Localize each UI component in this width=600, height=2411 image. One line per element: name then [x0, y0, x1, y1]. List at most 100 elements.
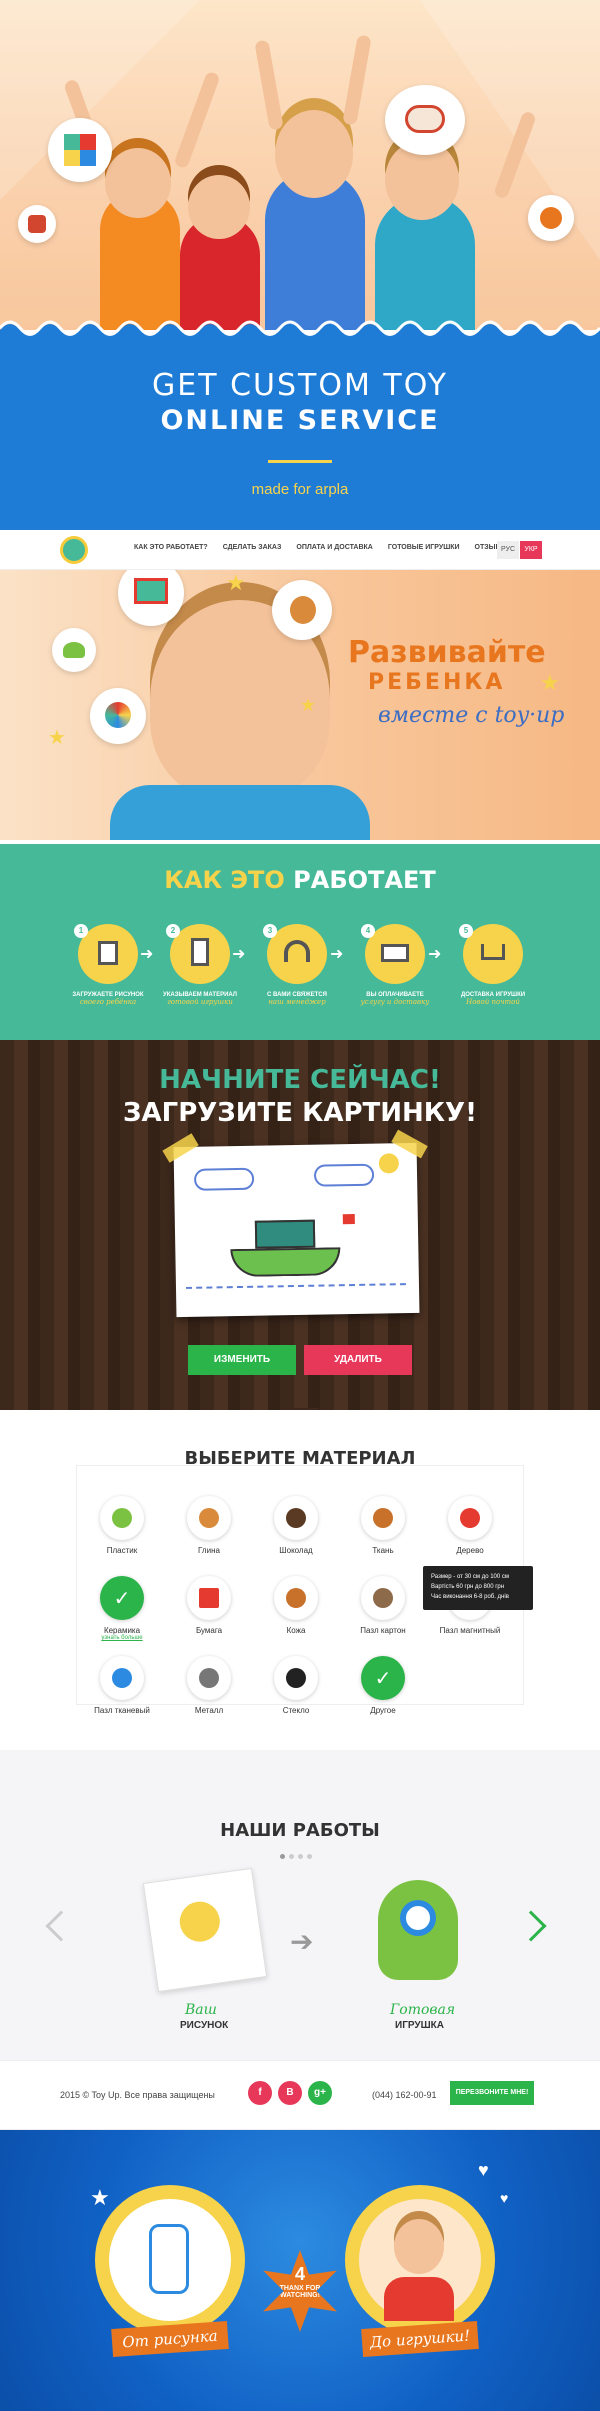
to-toy-label: До игрушки! — [361, 2320, 479, 2358]
hero-section — [0, 0, 600, 330]
nav-item-how[interactable]: КАК ЭТО РАБОТАЕТ? — [134, 544, 208, 551]
material-plastic[interactable]: Пластик — [87, 1496, 157, 1555]
our-works-section: НАШИ РАБОТЫ ➔ Ваш РИСУНОК Готовая ИГРУШК… — [0, 1750, 600, 2060]
toy-horse-bubble — [385, 85, 465, 155]
flag-icon — [342, 1213, 355, 1225]
arrow-icon: ➜ — [232, 946, 246, 963]
title-line-2: ONLINE SERVICE — [160, 405, 440, 436]
heart-icon: ♥ — [500, 2190, 509, 2206]
teddy-bear-bubble — [272, 580, 332, 640]
step-4: 4 ВЫ ОПЛАЧИВАЕТЕ услугу и доставку — [360, 924, 430, 1006]
arrow-icon: ➜ — [428, 946, 442, 963]
toy-eye — [400, 1900, 436, 1936]
top-navigation: КАК ЭТО РАБОТАЕТ? СДЕЛАТЬ ЗАКАЗ ОПЛАТА И… — [0, 530, 600, 570]
toy-cube-bubble — [48, 118, 112, 182]
heart-icon: ♥ — [478, 2160, 489, 2180]
material-clay[interactable]: Глина — [174, 1496, 244, 1555]
footer: 2015 © Toy Up. Все права защищены f В g+… — [0, 2060, 600, 2130]
arrow-icon: ➜ — [140, 946, 154, 963]
closing-section: От рисунка До игрушки! 4 THANX FOR WATCH… — [0, 2130, 600, 2411]
promo-banner: ★ ★ ★ ★ Развивайте РЕБЕНКА вместе с toy·… — [0, 570, 600, 840]
uploaded-drawing[interactable] — [162, 1129, 428, 1318]
material-other[interactable]: ✓ Другое — [348, 1656, 418, 1715]
easel-icon — [98, 941, 118, 965]
learn-more-link[interactable]: узнать больше — [87, 1635, 157, 1641]
spinning-top-bubble — [90, 688, 146, 744]
from-drawing-label: От рисунка — [111, 2320, 229, 2358]
facebook-icon[interactable]: f — [248, 2081, 272, 2105]
drawing-circle — [95, 2185, 245, 2335]
next-arrow-icon[interactable] — [515, 1910, 547, 1942]
water-waves — [185, 1283, 407, 1297]
toy-label: ИГРУШКА — [395, 2020, 444, 2031]
material-tooltip: Размер - от 30 см до 100 см Вартість 60 … — [423, 1566, 533, 1610]
clipboard-icon — [191, 938, 209, 966]
check-icon: ✓ — [374, 1668, 392, 1690]
arrow-right-icon: ➔ — [290, 1926, 314, 1957]
turtle-bubble — [52, 628, 96, 672]
title-divider — [268, 460, 332, 463]
cloud-icon — [313, 1163, 375, 1187]
headset-icon — [284, 940, 310, 962]
banner-line-3: вместе с toy·up — [378, 703, 565, 728]
ready-label: Готовая — [390, 2002, 456, 2018]
title-section: GET CUSTOM TOY ONLINE SERVICE made for a… — [0, 336, 600, 530]
your-label: Ваш — [185, 2002, 217, 2018]
material-chocolate[interactable]: Шоколад — [261, 1496, 331, 1555]
material-wood[interactable]: Дерево — [435, 1496, 505, 1555]
delete-button[interactable]: УДАЛИТЬ — [304, 1345, 412, 1375]
google-plus-icon[interactable]: g+ — [308, 2081, 332, 2105]
how-it-works-section: КАК ЭТО РАБОТАЕТ 1 ЗАГРУЖАЕТЕ РИСУНОК сво… — [0, 840, 600, 1040]
toy-small-bubble — [18, 205, 56, 243]
toy-circle — [345, 2185, 495, 2335]
nav-item-order[interactable]: СДЕЛАТЬ ЗАКАЗ — [223, 544, 282, 551]
logo-icon[interactable] — [60, 536, 88, 564]
toy-car-bubble — [118, 570, 184, 626]
phone-number: (044) 162-00-91 — [372, 2090, 437, 2100]
upload-section: НАЧНИТЕ СЕЙЧАС! ЗАГРУЗИТЕ КАРТИНКУ! ИЗМЕ… — [0, 1040, 600, 1410]
material-glass[interactable]: Стекло — [261, 1656, 331, 1715]
nav-item-toys[interactable]: ГОТОВЫЕ ИГРУШКИ — [388, 544, 460, 551]
nav-item-payment[interactable]: ОПЛАТА И ДОСТАВКА — [296, 544, 373, 551]
material-fabric[interactable]: Ткань — [348, 1496, 418, 1555]
step-5: 5 ДОСТАВКА ИГРУШКИ Новой почтой — [459, 924, 526, 1006]
star-icon: ★ — [90, 2185, 110, 2210]
drawing-paper — [142, 1867, 268, 1993]
title-line-1: GET CUSTOM TOY — [152, 368, 448, 403]
callback-button[interactable]: ПЕРЕЗВОНИТЕ МНЕ! — [450, 2081, 534, 2105]
boy-shirt — [110, 785, 370, 840]
arrow-icon: ➜ — [330, 946, 344, 963]
how-title: КАК ЭТО РАБОТАЕТ — [164, 866, 436, 894]
cart-icon — [481, 944, 505, 960]
lang-ua-button[interactable]: УКР — [520, 541, 542, 559]
material-metal[interactable]: Металл — [174, 1656, 244, 1715]
step-3: 3 С ВАМИ СВЯЖЕТСЯ наш менеджер — [252, 924, 342, 1006]
material-leather[interactable]: Кожа — [261, 1576, 331, 1635]
toy-duck-bubble — [528, 195, 574, 241]
edit-button[interactable]: ИЗМЕНИТЬ — [188, 1345, 296, 1375]
material-paper[interactable]: Бумага — [174, 1576, 244, 1635]
step-2: 2 УКАЗЫВАЕМ МАТЕРИАЛ готовой игрушки — [162, 924, 238, 1006]
sun-icon — [378, 1153, 400, 1174]
material-puzzle-fabric[interactable]: Пазл тканевый — [87, 1656, 157, 1715]
star-icon: ★ — [300, 695, 317, 715]
made-for-text: made for arpla — [251, 481, 349, 498]
upload-title-1: НАЧНИТЕ СЕЙЧАС! — [159, 1065, 441, 1095]
lang-ru-button[interactable]: РУС — [497, 541, 519, 559]
prev-arrow-icon[interactable] — [45, 1910, 77, 1942]
vk-icon[interactable]: В — [278, 2081, 302, 2105]
ship-hull — [230, 1247, 341, 1278]
ship-cabin — [254, 1219, 316, 1249]
banner-line-1: Развивайте — [348, 635, 546, 670]
material-puzzle-cardboard[interactable]: Пазл картон — [348, 1576, 418, 1635]
step-1: 1 ЗАГРУЖАЕТЕ РИСУНОК своего ребёнка — [72, 924, 144, 1006]
thanks-badge: 4 THANX FOR WATCHING! — [263, 2250, 337, 2332]
money-icon — [381, 944, 409, 962]
cloud-icon — [193, 1167, 255, 1191]
drawing-label: РИСУНОК — [180, 2020, 229, 2031]
star-icon: ★ — [48, 727, 66, 749]
works-title: НАШИ РАБОТЫ — [220, 1820, 380, 1841]
material-ceramic[interactable]: ✓ Керамика узнать больше — [87, 1576, 157, 1641]
star-icon: ★ — [540, 670, 560, 695]
star-icon: ★ — [226, 570, 246, 595]
